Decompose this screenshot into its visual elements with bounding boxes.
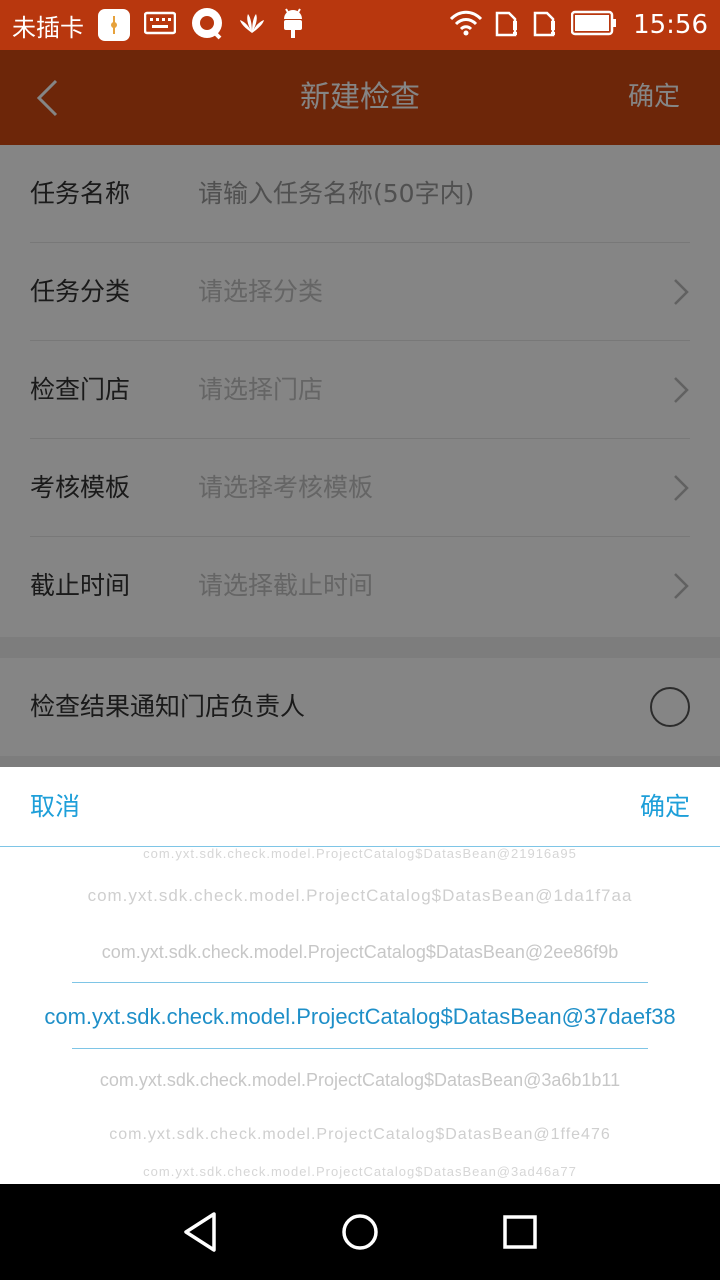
home-circle-icon [342, 1214, 378, 1250]
sim-alert-icon [495, 9, 521, 41]
picker-confirm-button[interactable]: 确定 [640, 767, 690, 847]
selection-line-top [72, 982, 648, 983]
picker-cancel-button[interactable]: 取消 [30, 767, 80, 847]
battery-icon [570, 10, 617, 40]
option-wheel[interactable]: com.yxt.sdk.check.model.ProjectCatalog$D… [0, 846, 720, 1184]
keyboard-icon [143, 11, 177, 39]
huawei-icon [238, 11, 266, 39]
picker-sheet: 取消 确定 com.yxt.sdk.check.model.ProjectCat… [0, 767, 720, 1184]
nav-back-button[interactable] [174, 1206, 226, 1258]
chat-icon [190, 6, 224, 44]
selection-line-bottom [72, 1048, 648, 1049]
carrier-text: 未插卡 [12, 13, 84, 42]
wheel-option[interactable]: com.yxt.sdk.check.model.ProjectCatalog$D… [0, 886, 720, 906]
navigation-bar [0, 1184, 720, 1280]
picker-header: 取消 确定 [0, 767, 720, 847]
app-notification-icon [98, 9, 130, 41]
wheel-option[interactable]: com.yxt.sdk.check.model.ProjectCatalog$D… [0, 1126, 720, 1144]
clock: 15:56 [633, 10, 708, 40]
wifi-icon [449, 10, 483, 40]
wheel-option[interactable]: com.yxt.sdk.check.model.ProjectCatalog$D… [0, 942, 720, 963]
nav-recents-button[interactable] [494, 1206, 546, 1258]
wheel-option[interactable]: com.yxt.sdk.check.model.ProjectCatalog$D… [0, 846, 720, 861]
nav-home-button[interactable] [334, 1206, 386, 1258]
status-bar: 未插卡 15:56 [0, 0, 720, 50]
recents-square-icon [503, 1215, 537, 1249]
sim-alert-icon [533, 9, 559, 41]
modal-overlay[interactable] [0, 50, 720, 767]
android-icon [280, 7, 306, 43]
wheel-option[interactable]: com.yxt.sdk.check.model.ProjectCatalog$D… [0, 1070, 720, 1091]
back-triangle-icon [184, 1212, 216, 1252]
wheel-option-selected[interactable]: com.yxt.sdk.check.model.ProjectCatalog$D… [0, 1004, 720, 1030]
wheel-option[interactable]: com.yxt.sdk.check.model.ProjectCatalog$D… [0, 1164, 720, 1179]
